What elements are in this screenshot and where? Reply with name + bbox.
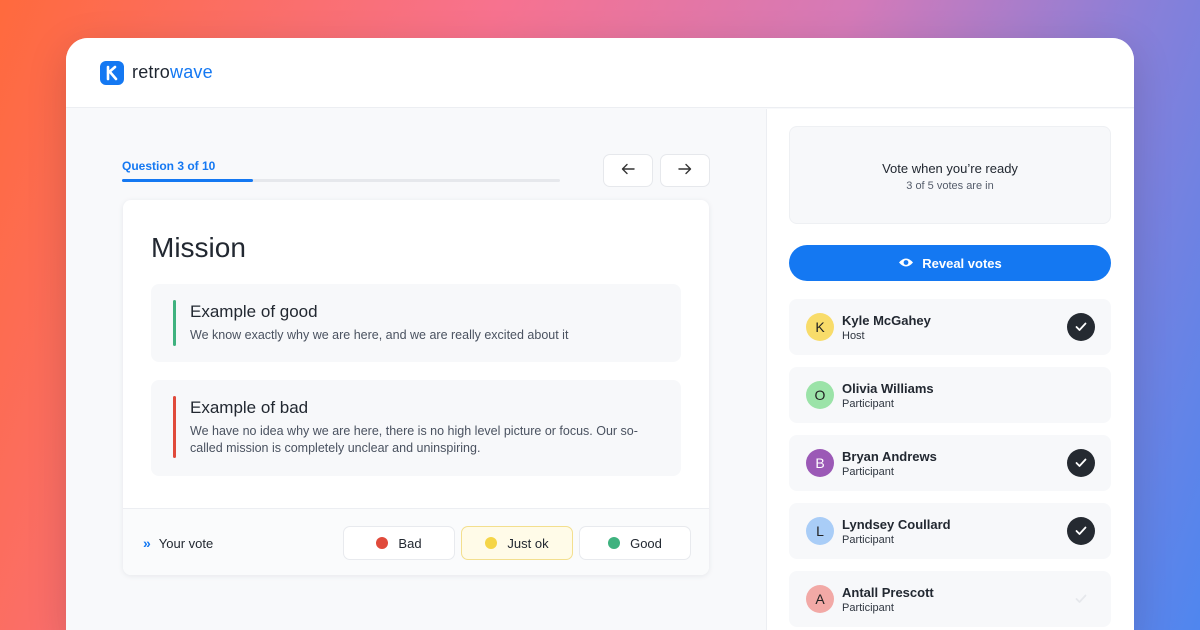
participant-name: Antall Prescott [842, 585, 934, 600]
participant-item: K Kyle McGahey Host [789, 299, 1111, 355]
bad-example-box: Example of bad We have no idea why we ar… [151, 380, 681, 476]
vote-bad-button[interactable]: Bad [343, 526, 455, 560]
question-progress-bar [122, 179, 560, 182]
double-chevron-right-icon: » [143, 535, 151, 551]
your-vote-label: » Your vote [143, 535, 214, 551]
arrow-right-icon [678, 162, 692, 180]
participant-item: A Antall Prescott Participant [789, 571, 1111, 627]
voted-check-icon [1067, 449, 1095, 477]
avatar: A [806, 585, 834, 613]
good-indicator-bar [173, 300, 176, 346]
participant-item: L Lyndsey Coullard Participant [789, 503, 1111, 559]
participant-name: Kyle McGahey [842, 313, 931, 328]
vote-count-text: 3 of 5 votes are in [906, 180, 994, 192]
vote-row: » Your vote Bad Just ok Good [123, 508, 709, 575]
pending-check-icon [1067, 585, 1095, 613]
red-dot-icon [376, 537, 389, 549]
participant-role: Participant [842, 602, 894, 614]
good-example-title: Example of good [190, 302, 318, 321]
next-question-button[interactable] [660, 154, 710, 187]
bad-example-text: We have no idea why we are here, there i… [190, 424, 638, 455]
question-progress-label: Question 3 of 10 [122, 159, 216, 173]
vote-status-card: Vote when you’re ready 3 of 5 votes are … [789, 126, 1111, 224]
reveal-votes-button[interactable]: Reveal votes [789, 245, 1111, 281]
avatar: K [806, 313, 834, 341]
participant-name: Bryan Andrews [842, 449, 937, 464]
good-example-text: We know exactly why we are here, and we … [190, 328, 569, 342]
green-dot-icon [608, 537, 621, 549]
participant-role: Participant [842, 466, 894, 478]
participant-role: Participant [842, 534, 894, 546]
avatar: O [806, 381, 834, 409]
vote-just-ok-button[interactable]: Just ok [461, 526, 573, 560]
vote-good-button[interactable]: Good [579, 526, 691, 560]
eye-icon [898, 256, 922, 271]
avatar: L [806, 517, 834, 545]
good-example-box: Example of good We know exactly why we a… [151, 284, 681, 362]
question-progress-fill [122, 179, 254, 182]
top-bar: retrowave [66, 38, 1134, 108]
retrowave-logo-icon [100, 60, 124, 85]
question-title: Mission [151, 232, 246, 263]
bad-example-title: Example of bad [190, 398, 309, 417]
question-card: Mission Example of good We know exactly … [123, 200, 709, 575]
participant-name: Lyndsey Coullard [842, 517, 951, 532]
question-panel: Question 3 of 10 Mission Example of good… [66, 109, 766, 630]
participant-name: Olivia Williams [842, 381, 934, 396]
bad-indicator-bar [173, 396, 176, 458]
participant-item: B Bryan Andrews Participant [789, 435, 1111, 491]
arrow-left-icon [621, 162, 635, 180]
participants-panel: Vote when you’re ready 3 of 5 votes are … [766, 109, 1134, 630]
previous-question-button[interactable] [603, 154, 653, 187]
brand-name: retrowave [132, 62, 213, 82]
participant-item: O Olivia Williams Participant [789, 367, 1111, 423]
voted-check-icon [1067, 517, 1095, 545]
participant-role: Participant [842, 398, 894, 410]
app-window: retrowave Question 3 of 10 Mission Examp… [66, 38, 1134, 630]
yellow-dot-icon [485, 537, 498, 549]
participant-role: Host [842, 330, 865, 342]
vote-status-title: Vote when you’re ready [882, 161, 1018, 176]
avatar: B [806, 449, 834, 477]
voted-check-icon [1067, 313, 1095, 341]
